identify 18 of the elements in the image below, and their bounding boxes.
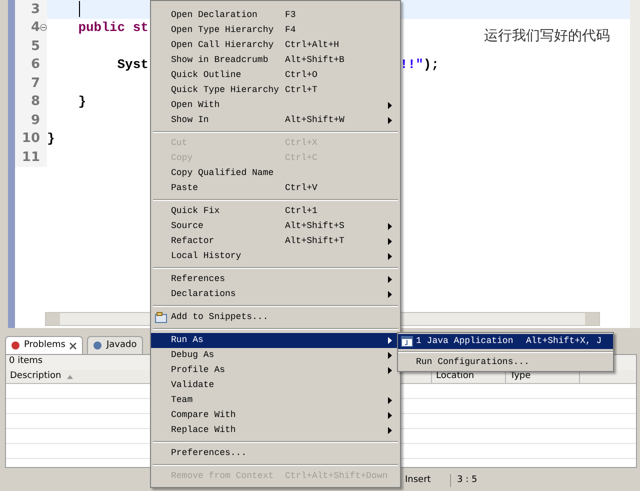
code-text: }	[47, 130, 55, 148]
line-number: 9	[30, 112, 40, 130]
code-text: public st	[77, 19, 148, 37]
annotation-text: 运行我们写好的代码	[484, 27, 610, 46]
code-text: }	[77, 93, 86, 111]
line-number: 7	[30, 74, 40, 92]
line-number: 11	[22, 148, 40, 166]
code-text: Syst	[116, 56, 148, 74]
line-number: 4	[30, 19, 40, 37]
line-number: 8	[30, 93, 40, 111]
line-number: 10	[22, 130, 40, 148]
line-number: 6	[30, 56, 40, 74]
code-text: !!"	[400, 56, 424, 74]
insert-mode: Insert	[405, 474, 432, 487]
line-number: 3	[30, 0, 40, 18]
code-text: );	[423, 56, 440, 74]
line-number: 5	[30, 38, 40, 56]
cursor-position: 3 : 5	[450, 474, 478, 488]
